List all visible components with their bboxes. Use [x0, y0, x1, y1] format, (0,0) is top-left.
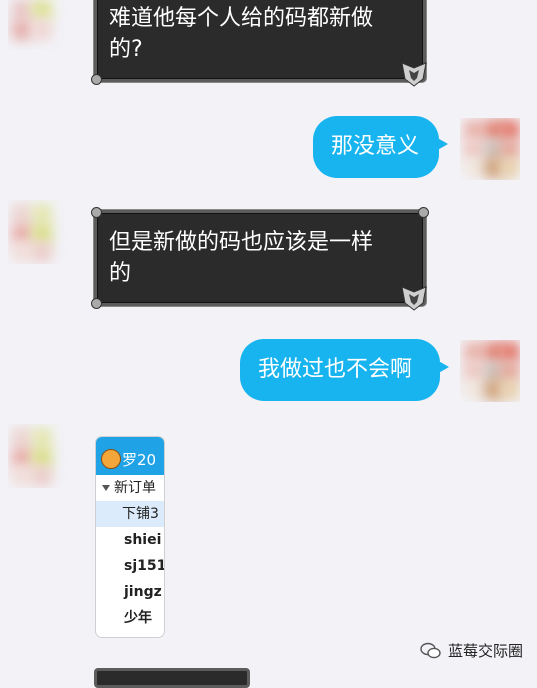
avatar[interactable]: [8, 0, 72, 50]
group-row: 新订单: [96, 475, 164, 501]
list-item: 少年: [124, 610, 152, 626]
message-bubble-partial: [94, 668, 250, 688]
message-bubble: 难道他每个人给的码都新做 的?: [91, 0, 427, 87]
list-item: shiei: [124, 532, 162, 548]
message-text-line: 难道他每个人给的码都新做: [109, 6, 374, 31]
shared-image[interactable]: 罗20 新订单 下铺3 shiei sj151 jingz 少年: [96, 437, 164, 637]
watermark: 蓝莓交际圈: [420, 640, 523, 661]
contact-header: 罗20: [96, 437, 164, 475]
avatar[interactable]: [8, 424, 72, 488]
chevron-down-icon: [102, 485, 110, 491]
message-text-line: 的?: [109, 37, 143, 62]
decepticon-icon: [401, 62, 427, 87]
message-text-line: 的: [109, 261, 132, 286]
message-bubble: 但是新做的码也应该是一样 的: [91, 207, 429, 311]
contact-title: 罗20: [122, 451, 157, 469]
avatar[interactable]: [8, 200, 72, 264]
message-bubble: 那没意义: [313, 116, 448, 178]
wechat-icon: [420, 642, 441, 658]
decepticon-icon: [401, 286, 427, 311]
watermark-text: 蓝莓交际圈: [447, 642, 523, 660]
message-text-line: 但是新做的码也应该是一样: [109, 230, 374, 255]
message-bubble: 我做过也不会啊: [240, 339, 449, 401]
list-item: sj151: [124, 558, 164, 574]
avatar[interactable]: [460, 340, 520, 402]
cat-avatar-icon: [101, 449, 121, 469]
selected-row: 下铺3: [96, 501, 164, 527]
avatar[interactable]: [460, 118, 520, 180]
list-item: jingz: [124, 584, 162, 600]
